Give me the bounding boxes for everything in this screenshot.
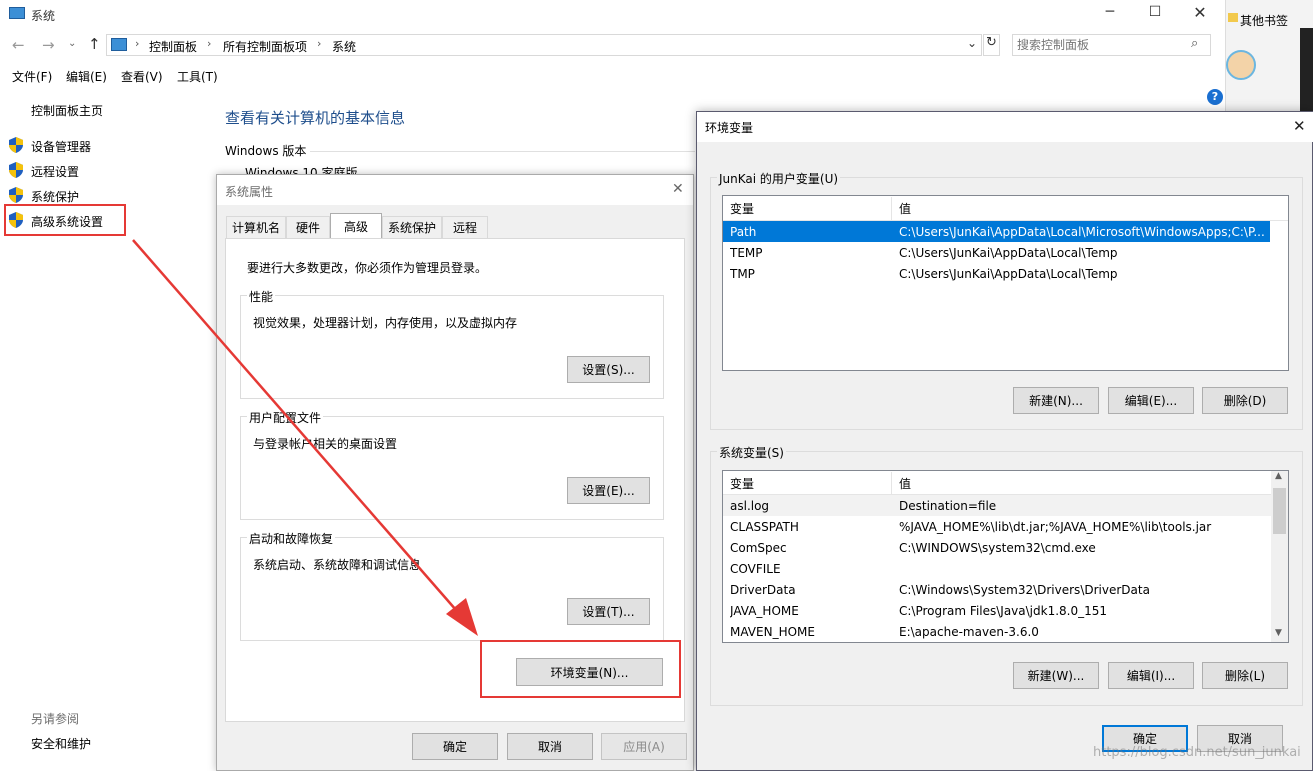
annotation-arrow [132, 239, 478, 636]
annotation-arrow-line [132, 239, 464, 619]
